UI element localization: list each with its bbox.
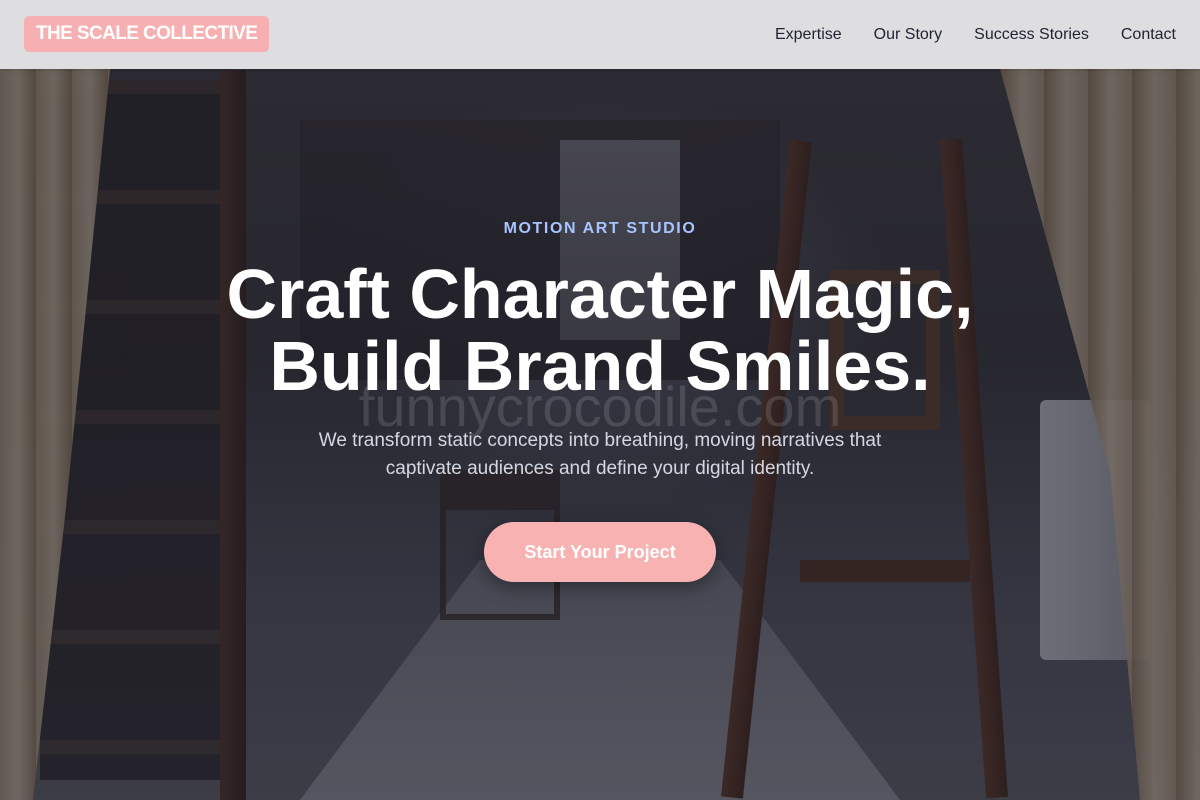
- page: THE SCALE COLLECTIVE Expertise Our Story…: [0, 0, 1200, 800]
- hero-eyebrow: MOTION ART STUDIO: [503, 220, 697, 237]
- main-nav: Expertise Our Story Success Stories Cont…: [775, 0, 1176, 69]
- site-header: THE SCALE COLLECTIVE Expertise Our Story…: [0, 0, 1200, 69]
- nav-link-our-story[interactable]: Our Story: [874, 26, 942, 44]
- nav-link-success-stories[interactable]: Success Stories: [974, 26, 1089, 44]
- nav-link-expertise[interactable]: Expertise: [775, 26, 842, 44]
- nav-link-contact[interactable]: Contact: [1121, 26, 1176, 44]
- watermark-text: funnycrocodile.com: [358, 375, 842, 438]
- brand-logo[interactable]: THE SCALE COLLECTIVE: [24, 16, 270, 52]
- start-project-button[interactable]: Start Your Project: [484, 522, 716, 582]
- hero-section: funnycrocodile.com MOTION ART STUDIO Cra…: [0, 0, 1200, 800]
- hero-headline-line-1: Craft Character Magic,: [226, 255, 974, 333]
